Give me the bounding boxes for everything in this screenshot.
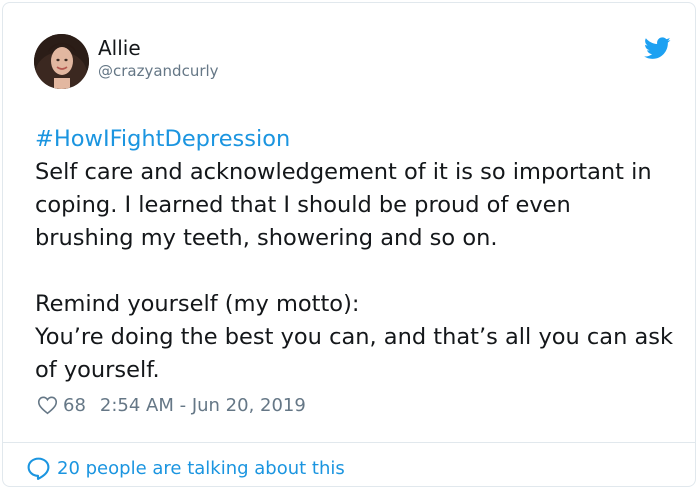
divider (3, 442, 695, 443)
heart-icon[interactable] (37, 395, 58, 415)
hashtag-link[interactable]: #HowIFightDepression (35, 123, 675, 156)
author-name[interactable]: Allie (98, 36, 141, 60)
tweet-paragraph-1: Self care and acknowledgement of it is s… (35, 159, 652, 251)
author-handle[interactable]: @crazyandcurly (98, 62, 219, 80)
tweet-paragraph-2: Remind yourself (my motto): You’re doing… (35, 288, 675, 387)
tweet-card: Allie @crazyandcurly #HowIFightDepressio… (2, 2, 696, 487)
tweet-paragraph-2-line-1: Remind yourself (my motto): (35, 291, 360, 317)
like-count[interactable]: 68 (63, 395, 86, 416)
conversation-text[interactable]: 20 people are talking about this (57, 458, 345, 479)
avatar[interactable] (34, 34, 89, 89)
tweet-paragraph-2-line-2: You’re doing the best you can, and that’… (35, 324, 674, 383)
tweet-meta: 68 2:54 AM - Jun 20, 2019 (37, 393, 306, 417)
tweet-timestamp[interactable]: 2:54 AM - Jun 20, 2019 (100, 395, 306, 416)
speech-bubble-icon (27, 457, 50, 480)
conversation-link[interactable]: 20 people are talking about this (26, 454, 345, 482)
avatar-image (34, 34, 89, 89)
twitter-bird-icon[interactable] (644, 37, 671, 60)
